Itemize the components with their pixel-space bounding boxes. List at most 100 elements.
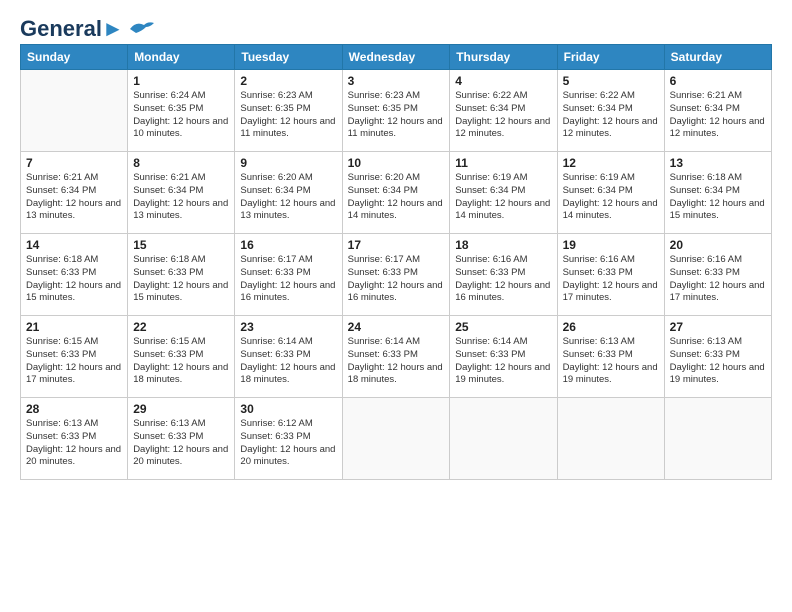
- calendar-week-2: 7 Sunrise: 6:21 AMSunset: 6:34 PMDayligh…: [21, 152, 772, 234]
- col-saturday: Saturday: [664, 45, 771, 70]
- day-number: 12: [563, 156, 659, 170]
- day-number: 21: [26, 320, 122, 334]
- day-number: 24: [348, 320, 445, 334]
- table-row: 26 Sunrise: 6:13 AMSunset: 6:33 PMDaylig…: [557, 316, 664, 398]
- day-info: Sunrise: 6:21 AMSunset: 6:34 PMDaylight:…: [133, 172, 229, 223]
- day-number: 29: [133, 402, 229, 416]
- day-info: Sunrise: 6:14 AMSunset: 6:33 PMDaylight:…: [455, 336, 551, 387]
- calendar-week-1: 1 Sunrise: 6:24 AMSunset: 6:35 PMDayligh…: [21, 70, 772, 152]
- table-row: [342, 398, 450, 480]
- table-row: 14 Sunrise: 6:18 AMSunset: 6:33 PMDaylig…: [21, 234, 128, 316]
- day-info: Sunrise: 6:16 AMSunset: 6:33 PMDaylight:…: [670, 254, 766, 305]
- table-row: 13 Sunrise: 6:18 AMSunset: 6:34 PMDaylig…: [664, 152, 771, 234]
- table-row: [664, 398, 771, 480]
- col-sunday: Sunday: [21, 45, 128, 70]
- table-row: 16 Sunrise: 6:17 AMSunset: 6:33 PMDaylig…: [235, 234, 342, 316]
- day-number: 6: [670, 74, 766, 88]
- day-info: Sunrise: 6:21 AMSunset: 6:34 PMDaylight:…: [26, 172, 122, 223]
- table-row: 30 Sunrise: 6:12 AMSunset: 6:33 PMDaylig…: [235, 398, 342, 480]
- day-number: 27: [670, 320, 766, 334]
- day-number: 10: [348, 156, 445, 170]
- day-info: Sunrise: 6:23 AMSunset: 6:35 PMDaylight:…: [240, 90, 336, 141]
- col-friday: Friday: [557, 45, 664, 70]
- table-row: 23 Sunrise: 6:14 AMSunset: 6:33 PMDaylig…: [235, 316, 342, 398]
- logo-text: General►: [20, 18, 124, 40]
- day-number: 15: [133, 238, 229, 252]
- day-info: Sunrise: 6:18 AMSunset: 6:33 PMDaylight:…: [26, 254, 122, 305]
- day-info: Sunrise: 6:13 AMSunset: 6:33 PMDaylight:…: [133, 418, 229, 469]
- day-info: Sunrise: 6:15 AMSunset: 6:33 PMDaylight:…: [26, 336, 122, 387]
- day-info: Sunrise: 6:12 AMSunset: 6:33 PMDaylight:…: [240, 418, 336, 469]
- day-number: 9: [240, 156, 336, 170]
- table-row: 25 Sunrise: 6:14 AMSunset: 6:33 PMDaylig…: [450, 316, 557, 398]
- table-row: 21 Sunrise: 6:15 AMSunset: 6:33 PMDaylig…: [21, 316, 128, 398]
- table-row: 12 Sunrise: 6:19 AMSunset: 6:34 PMDaylig…: [557, 152, 664, 234]
- table-row: 17 Sunrise: 6:17 AMSunset: 6:33 PMDaylig…: [342, 234, 450, 316]
- day-number: 20: [670, 238, 766, 252]
- table-row: [450, 398, 557, 480]
- day-info: Sunrise: 6:20 AMSunset: 6:34 PMDaylight:…: [240, 172, 336, 223]
- table-row: 2 Sunrise: 6:23 AMSunset: 6:35 PMDayligh…: [235, 70, 342, 152]
- calendar-week-3: 14 Sunrise: 6:18 AMSunset: 6:33 PMDaylig…: [21, 234, 772, 316]
- table-row: 22 Sunrise: 6:15 AMSunset: 6:33 PMDaylig…: [128, 316, 235, 398]
- header-row: Sunday Monday Tuesday Wednesday Thursday…: [21, 45, 772, 70]
- table-row: 10 Sunrise: 6:20 AMSunset: 6:34 PMDaylig…: [342, 152, 450, 234]
- table-row: 20 Sunrise: 6:16 AMSunset: 6:33 PMDaylig…: [664, 234, 771, 316]
- day-number: 4: [455, 74, 551, 88]
- day-info: Sunrise: 6:22 AMSunset: 6:34 PMDaylight:…: [455, 90, 551, 141]
- day-info: Sunrise: 6:16 AMSunset: 6:33 PMDaylight:…: [455, 254, 551, 305]
- day-info: Sunrise: 6:20 AMSunset: 6:34 PMDaylight:…: [348, 172, 445, 223]
- day-info: Sunrise: 6:21 AMSunset: 6:34 PMDaylight:…: [670, 90, 766, 141]
- day-info: Sunrise: 6:14 AMSunset: 6:33 PMDaylight:…: [240, 336, 336, 387]
- col-tuesday: Tuesday: [235, 45, 342, 70]
- day-info: Sunrise: 6:19 AMSunset: 6:34 PMDaylight:…: [563, 172, 659, 223]
- day-number: 1: [133, 74, 229, 88]
- col-monday: Monday: [128, 45, 235, 70]
- day-info: Sunrise: 6:14 AMSunset: 6:33 PMDaylight:…: [348, 336, 445, 387]
- table-row: 8 Sunrise: 6:21 AMSunset: 6:34 PMDayligh…: [128, 152, 235, 234]
- table-row: [21, 70, 128, 152]
- table-row: 11 Sunrise: 6:19 AMSunset: 6:34 PMDaylig…: [450, 152, 557, 234]
- calendar-week-5: 28 Sunrise: 6:13 AMSunset: 6:33 PMDaylig…: [21, 398, 772, 480]
- table-row: 15 Sunrise: 6:18 AMSunset: 6:33 PMDaylig…: [128, 234, 235, 316]
- table-row: 7 Sunrise: 6:21 AMSunset: 6:34 PMDayligh…: [21, 152, 128, 234]
- day-info: Sunrise: 6:18 AMSunset: 6:34 PMDaylight:…: [670, 172, 766, 223]
- day-info: Sunrise: 6:24 AMSunset: 6:35 PMDaylight:…: [133, 90, 229, 141]
- day-info: Sunrise: 6:23 AMSunset: 6:35 PMDaylight:…: [348, 90, 445, 141]
- day-info: Sunrise: 6:22 AMSunset: 6:34 PMDaylight:…: [563, 90, 659, 141]
- day-info: Sunrise: 6:17 AMSunset: 6:33 PMDaylight:…: [240, 254, 336, 305]
- day-info: Sunrise: 6:16 AMSunset: 6:33 PMDaylight:…: [563, 254, 659, 305]
- calendar: Sunday Monday Tuesday Wednesday Thursday…: [20, 44, 772, 480]
- table-row: 4 Sunrise: 6:22 AMSunset: 6:34 PMDayligh…: [450, 70, 557, 152]
- table-row: 24 Sunrise: 6:14 AMSunset: 6:33 PMDaylig…: [342, 316, 450, 398]
- table-row: 3 Sunrise: 6:23 AMSunset: 6:35 PMDayligh…: [342, 70, 450, 152]
- day-info: Sunrise: 6:13 AMSunset: 6:33 PMDaylight:…: [26, 418, 122, 469]
- table-row: 29 Sunrise: 6:13 AMSunset: 6:33 PMDaylig…: [128, 398, 235, 480]
- col-thursday: Thursday: [450, 45, 557, 70]
- day-number: 2: [240, 74, 336, 88]
- table-row: [557, 398, 664, 480]
- day-number: 7: [26, 156, 122, 170]
- day-info: Sunrise: 6:18 AMSunset: 6:33 PMDaylight:…: [133, 254, 229, 305]
- table-row: 9 Sunrise: 6:20 AMSunset: 6:34 PMDayligh…: [235, 152, 342, 234]
- day-number: 25: [455, 320, 551, 334]
- day-number: 17: [348, 238, 445, 252]
- day-number: 22: [133, 320, 229, 334]
- logo-bird-icon: [128, 19, 156, 39]
- day-number: 28: [26, 402, 122, 416]
- day-number: 3: [348, 74, 445, 88]
- day-number: 14: [26, 238, 122, 252]
- day-number: 18: [455, 238, 551, 252]
- table-row: 28 Sunrise: 6:13 AMSunset: 6:33 PMDaylig…: [21, 398, 128, 480]
- day-number: 11: [455, 156, 551, 170]
- day-number: 26: [563, 320, 659, 334]
- day-number: 8: [133, 156, 229, 170]
- header: General►: [20, 18, 772, 36]
- table-row: 5 Sunrise: 6:22 AMSunset: 6:34 PMDayligh…: [557, 70, 664, 152]
- calendar-header: Sunday Monday Tuesday Wednesday Thursday…: [21, 45, 772, 70]
- table-row: 6 Sunrise: 6:21 AMSunset: 6:34 PMDayligh…: [664, 70, 771, 152]
- day-info: Sunrise: 6:17 AMSunset: 6:33 PMDaylight:…: [348, 254, 445, 305]
- day-info: Sunrise: 6:19 AMSunset: 6:34 PMDaylight:…: [455, 172, 551, 223]
- day-info: Sunrise: 6:13 AMSunset: 6:33 PMDaylight:…: [670, 336, 766, 387]
- day-number: 30: [240, 402, 336, 416]
